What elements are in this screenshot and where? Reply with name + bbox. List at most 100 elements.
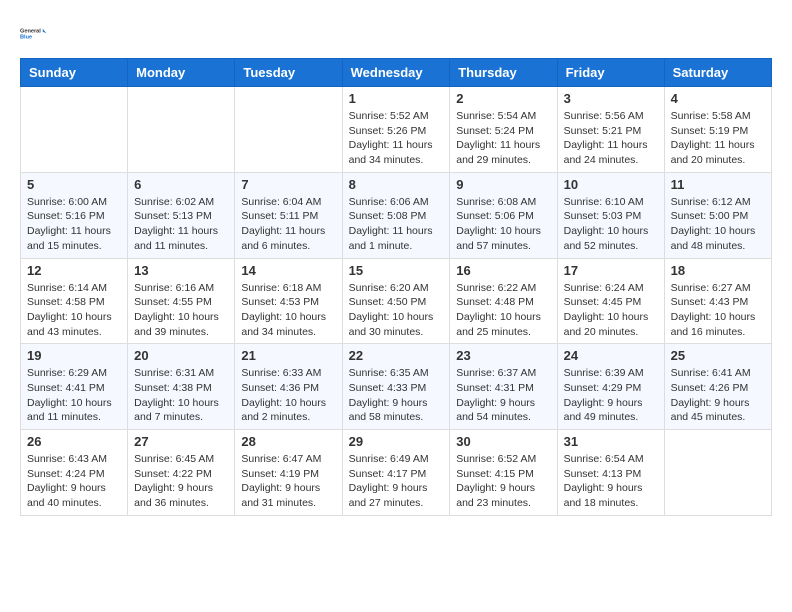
weekday-header: Wednesday [342,59,450,87]
day-number: 22 [349,348,444,363]
day-number: 23 [456,348,550,363]
day-number: 30 [456,434,550,449]
day-info: Sunrise: 5:52 AM Sunset: 5:26 PM Dayligh… [349,109,444,168]
day-info: Sunrise: 6:35 AM Sunset: 4:33 PM Dayligh… [349,366,444,425]
day-number: 5 [27,177,121,192]
day-number: 11 [671,177,765,192]
day-number: 10 [564,177,658,192]
day-number: 7 [241,177,335,192]
calendar-cell: 15Sunrise: 6:20 AM Sunset: 4:50 PM Dayli… [342,258,450,344]
calendar-week-row: 5Sunrise: 6:00 AM Sunset: 5:16 PM Daylig… [21,172,772,258]
calendar-week-row: 12 Sunrise: 6:14 AM Sunset: 4:58 PM Dayli… [21,258,772,344]
calendar-cell: 3 Sunrise: 5:56 AM Sunset: 5:21 PM Daylig… [557,87,664,173]
calendar-cell: 6 Sunrise: 6:02 AM Sunset: 5:13 PM Daylig… [128,172,235,258]
calendar-cell: 16 Sunrise: 6:22 AM Sunset: 4:48 PM Dayli… [450,258,557,344]
day-info: Sunrise: 6:14 AM Sunset: 4:58 PM Dayligh… [27,281,121,340]
day-number: 6 [134,177,228,192]
calendar-cell: 5Sunrise: 6:00 AM Sunset: 5:16 PM Daylig… [21,172,128,258]
day-info: Sunrise: 6:43 AM Sunset: 4:24 PM Dayligh… [27,452,121,511]
day-info: Sunrise: 6:47 AM Sunset: 4:19 PM Dayligh… [241,452,335,511]
calendar-cell: 4 Sunrise: 5:58 AM Sunset: 5:19 PM Daylig… [664,87,771,173]
calendar-cell [21,87,128,173]
day-info: Sunrise: 6:45 AM Sunset: 4:22 PM Dayligh… [134,452,228,511]
calendar-cell: 23 Sunrise: 6:37 AM Sunset: 4:31 PM Dayli… [450,344,557,430]
day-info: Sunrise: 5:54 AM Sunset: 5:24 PM Dayligh… [456,109,550,168]
calendar-cell [128,87,235,173]
day-info: Sunrise: 6:02 AM Sunset: 5:13 PM Dayligh… [134,195,228,254]
day-info: Sunrise: 6:20 AM Sunset: 4:50 PM Dayligh… [349,281,444,340]
day-number: 18 [671,263,765,278]
calendar-cell: 2 Sunrise: 5:54 AM Sunset: 5:24 PM Daylig… [450,87,557,173]
calendar-cell: 25Sunrise: 6:41 AM Sunset: 4:26 PM Dayli… [664,344,771,430]
weekday-header: Saturday [664,59,771,87]
day-info: Sunrise: 6:16 AM Sunset: 4:55 PM Dayligh… [134,281,228,340]
day-info: Sunrise: 6:22 AM Sunset: 4:48 PM Dayligh… [456,281,550,340]
day-number: 13 [134,263,228,278]
calendar-cell: 20Sunrise: 6:31 AM Sunset: 4:38 PM Dayli… [128,344,235,430]
day-number: 1 [349,91,444,106]
day-info: Sunrise: 6:31 AM Sunset: 4:38 PM Dayligh… [134,366,228,425]
calendar-cell: 11Sunrise: 6:12 AM Sunset: 5:00 PM Dayli… [664,172,771,258]
day-number: 29 [349,434,444,449]
day-info: Sunrise: 6:29 AM Sunset: 4:41 PM Dayligh… [27,366,121,425]
calendar-cell: 30 Sunrise: 6:52 AM Sunset: 4:15 PM Dayli… [450,430,557,516]
calendar-cell [235,87,342,173]
day-info: Sunrise: 5:56 AM Sunset: 5:21 PM Dayligh… [564,109,658,168]
weekday-header: Sunday [21,59,128,87]
weekday-header: Monday [128,59,235,87]
calendar-cell: 8 Sunrise: 6:06 AM Sunset: 5:08 PM Daylig… [342,172,450,258]
calendar-week-row: 1 Sunrise: 5:52 AM Sunset: 5:26 PM Daylig… [21,87,772,173]
day-number: 19 [27,348,121,363]
calendar-cell: 22 Sunrise: 6:35 AM Sunset: 4:33 PM Dayli… [342,344,450,430]
calendar-cell: 26 Sunrise: 6:43 AM Sunset: 4:24 PM Dayli… [21,430,128,516]
day-number: 12 [27,263,121,278]
day-number: 4 [671,91,765,106]
calendar-cell: 1 Sunrise: 5:52 AM Sunset: 5:26 PM Daylig… [342,87,450,173]
calendar-cell: 31 Sunrise: 6:54 AM Sunset: 4:13 PM Dayli… [557,430,664,516]
weekday-header: Friday [557,59,664,87]
svg-text:General: General [20,28,41,34]
day-number: 26 [27,434,121,449]
day-number: 27 [134,434,228,449]
day-number: 16 [456,263,550,278]
day-info: Sunrise: 6:24 AM Sunset: 4:45 PM Dayligh… [564,281,658,340]
calendar-cell: 9Sunrise: 6:08 AM Sunset: 5:06 PM Daylig… [450,172,557,258]
calendar-cell: 10Sunrise: 6:10 AM Sunset: 5:03 PM Dayli… [557,172,664,258]
day-info: Sunrise: 6:04 AM Sunset: 5:11 PM Dayligh… [241,195,335,254]
day-info: Sunrise: 6:37 AM Sunset: 4:31 PM Dayligh… [456,366,550,425]
logo: GeneralBlue [20,20,48,48]
day-number: 14 [241,263,335,278]
calendar-cell: 28 Sunrise: 6:47 AM Sunset: 4:19 PM Dayli… [235,430,342,516]
calendar-cell: 29 Sunrise: 6:49 AM Sunset: 4:17 PM Dayli… [342,430,450,516]
day-number: 8 [349,177,444,192]
day-info: Sunrise: 6:39 AM Sunset: 4:29 PM Dayligh… [564,366,658,425]
day-info: Sunrise: 6:33 AM Sunset: 4:36 PM Dayligh… [241,366,335,425]
day-number: 28 [241,434,335,449]
calendar-week-row: 19 Sunrise: 6:29 AM Sunset: 4:41 PM Dayli… [21,344,772,430]
day-number: 2 [456,91,550,106]
day-number: 3 [564,91,658,106]
calendar-cell: 7 Sunrise: 6:04 AM Sunset: 5:11 PM Daylig… [235,172,342,258]
day-info: Sunrise: 6:54 AM Sunset: 4:13 PM Dayligh… [564,452,658,511]
day-info: Sunrise: 6:41 AM Sunset: 4:26 PM Dayligh… [671,366,765,425]
weekday-header-row: SundayMondayTuesdayWednesdayThursdayFrid… [21,59,772,87]
calendar-cell: 18Sunrise: 6:27 AM Sunset: 4:43 PM Dayli… [664,258,771,344]
calendar-cell: 24 Sunrise: 6:39 AM Sunset: 4:29 PM Dayli… [557,344,664,430]
calendar-cell: 21Sunrise: 6:33 AM Sunset: 4:36 PM Dayli… [235,344,342,430]
day-info: Sunrise: 6:08 AM Sunset: 5:06 PM Dayligh… [456,195,550,254]
day-info: Sunrise: 5:58 AM Sunset: 5:19 PM Dayligh… [671,109,765,168]
calendar-cell: 12 Sunrise: 6:14 AM Sunset: 4:58 PM Dayli… [21,258,128,344]
calendar-table: SundayMondayTuesdayWednesdayThursdayFrid… [20,58,772,516]
logo-icon: GeneralBlue [20,20,48,48]
svg-text:Blue: Blue [20,35,32,41]
calendar-cell: 14Sunrise: 6:18 AM Sunset: 4:53 PM Dayli… [235,258,342,344]
day-number: 24 [564,348,658,363]
day-info: Sunrise: 6:49 AM Sunset: 4:17 PM Dayligh… [349,452,444,511]
day-info: Sunrise: 6:52 AM Sunset: 4:15 PM Dayligh… [456,452,550,511]
calendar-cell [664,430,771,516]
day-info: Sunrise: 6:06 AM Sunset: 5:08 PM Dayligh… [349,195,444,254]
day-number: 31 [564,434,658,449]
weekday-header: Thursday [450,59,557,87]
calendar-cell: 17Sunrise: 6:24 AM Sunset: 4:45 PM Dayli… [557,258,664,344]
calendar-cell: 13 Sunrise: 6:16 AM Sunset: 4:55 PM Dayli… [128,258,235,344]
